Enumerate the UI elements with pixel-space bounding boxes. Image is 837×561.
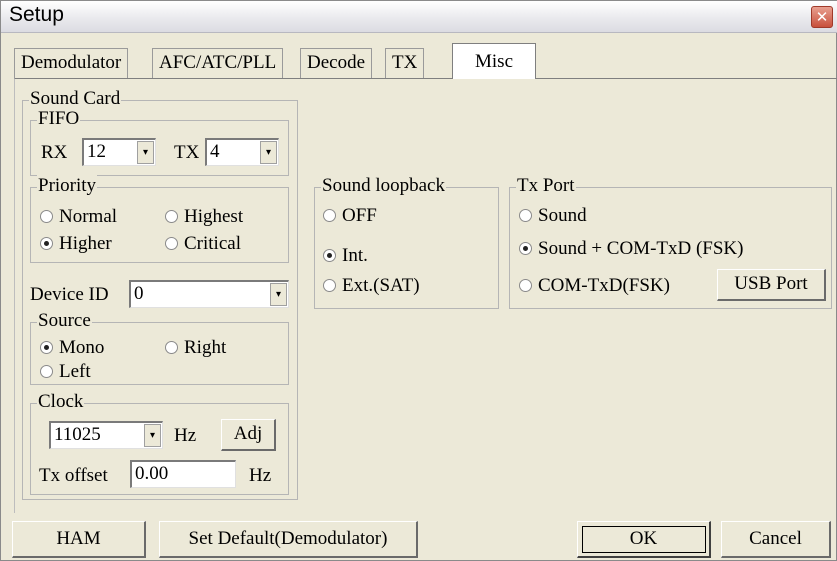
title-bar[interactable]: Setup ✕ bbox=[1, 1, 837, 33]
tab-demodulator[interactable]: Demodulator bbox=[14, 48, 129, 78]
device-id-label: Device ID bbox=[30, 284, 109, 305]
source-left-radio[interactable]: Left bbox=[40, 361, 91, 383]
clock-unit-label: Hz bbox=[174, 425, 197, 446]
priority-highest-radio[interactable]: Highest bbox=[165, 206, 243, 228]
tx-port-sound-com-label: Sound + COM-TxD (FSK) bbox=[538, 238, 744, 259]
tx-port-com-label: COM-TxD(FSK) bbox=[538, 275, 670, 296]
tx-port-sound-label: Sound bbox=[538, 205, 587, 226]
source-mono-label: Mono bbox=[59, 337, 105, 358]
priority-normal-radio[interactable]: Normal bbox=[40, 206, 117, 228]
chevron-down-icon[interactable]: ▾ bbox=[144, 424, 161, 447]
radio-icon bbox=[165, 341, 178, 354]
radio-selected-icon bbox=[323, 249, 336, 262]
tx-offset-label: Tx offset bbox=[39, 465, 108, 486]
clock-rate-value: 11025 bbox=[54, 424, 101, 445]
radio-icon bbox=[519, 279, 532, 292]
adj-button[interactable]: Adj bbox=[221, 419, 276, 451]
source-right-radio[interactable]: Right bbox=[165, 337, 226, 359]
priority-legend: Priority bbox=[37, 175, 98, 197]
clock-rate-select[interactable]: 11025 ▾ bbox=[49, 421, 163, 449]
radio-icon bbox=[165, 237, 178, 250]
tab-misc[interactable]: Misc bbox=[452, 43, 536, 79]
tx-port-legend: Tx Port bbox=[516, 175, 576, 197]
tx-offset-unit-label: Hz bbox=[249, 465, 272, 486]
tx-port-sound-radio[interactable]: Sound bbox=[519, 205, 587, 227]
fifo-rx-label: RX bbox=[41, 142, 68, 163]
device-id-value: 0 bbox=[134, 283, 144, 304]
set-default-button[interactable]: Set Default(Demodulator) bbox=[159, 521, 418, 558]
tab-tx[interactable]: TX bbox=[385, 48, 425, 78]
fifo-rx-select[interactable]: 12 ▾ bbox=[82, 138, 156, 166]
chevron-down-icon[interactable]: ▾ bbox=[270, 283, 287, 306]
radio-selected-icon bbox=[40, 341, 53, 354]
radio-icon bbox=[323, 279, 336, 292]
tab-decode[interactable]: Decode bbox=[300, 48, 373, 78]
usb-port-button[interactable]: USB Port bbox=[717, 269, 826, 301]
radio-icon bbox=[40, 210, 53, 223]
source-right-label: Right bbox=[184, 337, 227, 358]
tab-afc-atc-pll[interactable]: AFC/ATC/PLL bbox=[152, 48, 284, 78]
setup-dialog: Setup ✕ Demodulator AFC/ATC/PLL Decode T… bbox=[0, 0, 837, 561]
radio-selected-icon bbox=[40, 237, 53, 250]
fifo-tx-select[interactable]: 4 ▾ bbox=[205, 138, 279, 166]
radio-selected-icon bbox=[519, 242, 532, 255]
fifo-tx-value: 4 bbox=[210, 141, 220, 162]
fifo-tx-label: TX bbox=[174, 142, 200, 163]
loopback-ext-label: Ext.(SAT) bbox=[342, 275, 420, 296]
radio-icon bbox=[519, 209, 532, 222]
tx-offset-value: 0.00 bbox=[135, 463, 169, 484]
priority-higher-radio[interactable]: Higher bbox=[40, 233, 112, 255]
loopback-off-label: OFF bbox=[342, 205, 377, 226]
clock-legend: Clock bbox=[37, 391, 85, 413]
sound-loopback-legend: Sound loopback bbox=[321, 175, 446, 197]
tx-offset-input[interactable]: 0.00 bbox=[130, 460, 236, 488]
fifo-legend: FIFO bbox=[37, 108, 81, 130]
priority-critical-radio[interactable]: Critical bbox=[165, 233, 241, 255]
loopback-int-label: Int. bbox=[342, 245, 368, 266]
tx-port-com-radio[interactable]: COM-TxD(FSK) bbox=[519, 275, 670, 297]
priority-normal-label: Normal bbox=[59, 206, 118, 227]
fifo-rx-value: 12 bbox=[87, 141, 106, 162]
device-id-select[interactable]: 0 ▾ bbox=[129, 280, 289, 308]
radio-icon bbox=[165, 210, 178, 223]
loopback-int-radio[interactable]: Int. bbox=[323, 245, 368, 267]
window-title: Setup bbox=[9, 3, 64, 26]
source-legend: Source bbox=[37, 310, 92, 332]
chevron-down-icon[interactable]: ▾ bbox=[260, 141, 277, 164]
loopback-off-radio[interactable]: OFF bbox=[323, 205, 377, 227]
ok-button[interactable]: OK bbox=[577, 521, 711, 558]
priority-critical-label: Critical bbox=[184, 233, 241, 254]
sound-card-legend: Sound Card bbox=[29, 88, 122, 110]
cancel-button[interactable]: Cancel bbox=[721, 521, 831, 558]
ham-button[interactable]: HAM bbox=[12, 521, 146, 558]
tx-port-sound-com-radio[interactable]: Sound + COM-TxD (FSK) bbox=[519, 238, 743, 260]
source-mono-radio[interactable]: Mono bbox=[40, 337, 104, 359]
chevron-down-icon[interactable]: ▾ bbox=[137, 141, 154, 164]
source-left-label: Left bbox=[59, 361, 91, 382]
close-icon[interactable]: ✕ bbox=[811, 6, 833, 28]
priority-higher-label: Higher bbox=[59, 233, 112, 254]
priority-highest-label: Highest bbox=[184, 206, 244, 227]
radio-icon bbox=[323, 209, 336, 222]
loopback-ext-radio[interactable]: Ext.(SAT) bbox=[323, 275, 420, 297]
radio-icon bbox=[40, 365, 53, 378]
